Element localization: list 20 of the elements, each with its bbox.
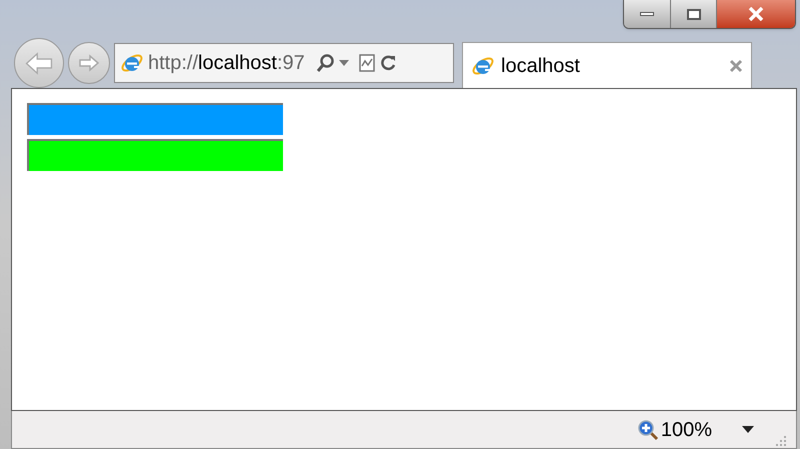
maximize-button[interactable] — [671, 0, 717, 28]
compatibility-icon[interactable] — [358, 54, 375, 72]
tab-title: localhost — [501, 54, 580, 78]
zoom-icon[interactable] — [636, 418, 659, 440]
resize-grip-icon[interactable] — [776, 436, 786, 446]
dropdown-icon[interactable] — [742, 426, 754, 433]
forward-button[interactable] — [68, 42, 110, 84]
left-arrow-icon — [23, 50, 55, 76]
right-arrow-icon — [77, 53, 101, 73]
search-icon[interactable] — [314, 53, 335, 73]
zoom-level[interactable]: 100% — [660, 414, 712, 444]
close-button[interactable] — [717, 0, 795, 28]
close-icon — [748, 7, 764, 21]
close-tab-icon[interactable] — [729, 58, 743, 72]
address-bar[interactable]: http://localhost:97 — [114, 43, 454, 83]
back-button[interactable] — [14, 38, 64, 88]
browser-tab[interactable]: localhost — [462, 42, 752, 88]
refresh-icon[interactable] — [378, 54, 397, 72]
minimize-button[interactable] — [624, 0, 671, 28]
url-text: http://localhost:97 — [148, 51, 305, 76]
